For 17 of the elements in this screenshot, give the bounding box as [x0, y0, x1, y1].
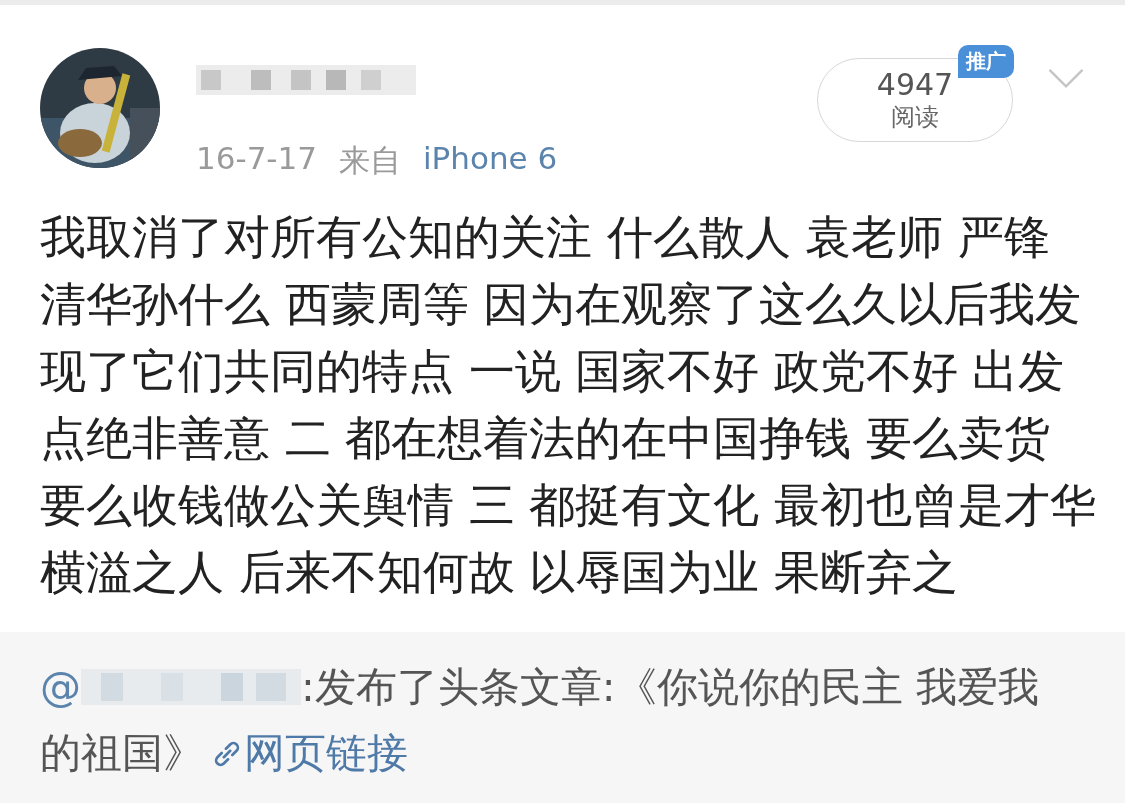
promoted-tag: 推广 — [958, 45, 1014, 78]
post-text-line: 要么收钱做公关舆情 三 都挺有文化 最初也曾是才华 — [40, 478, 1096, 532]
post-text-line: 现了它们共同的特点 一说 国家不好 政党不好 出发 — [40, 344, 1065, 398]
post-text-line: 横溢之人 后来不知何故 以辱国为业 果断弃之 — [40, 545, 958, 599]
post-text-line: 清华孙什么 西蒙周等 因为在观察了这么久以后我发 — [40, 277, 1082, 331]
mention-at[interactable]: @ — [40, 654, 81, 720]
chevron-down-icon[interactable] — [1047, 68, 1085, 90]
repost-text: :发布了头条文章:《你说你的民主 我爱我 — [301, 662, 1039, 713]
web-link[interactable]: 网页链接 — [210, 720, 408, 786]
source-label: 来自 — [339, 141, 401, 180]
read-label: 阅读 — [891, 102, 939, 132]
repost-text: 的祖国》 — [40, 728, 204, 779]
source-device-link[interactable]: iPhone 6 — [423, 140, 558, 182]
post-date: 16-7-17 — [196, 140, 317, 178]
read-count: 4947 — [876, 68, 954, 102]
post-text-line: 我取消了对所有公知的关注 什么散人 袁老师 严锋 — [40, 210, 1050, 264]
post-text-line: 点绝非善意 二 都在想着法的在中国挣钱 要么卖货 — [40, 411, 1050, 465]
